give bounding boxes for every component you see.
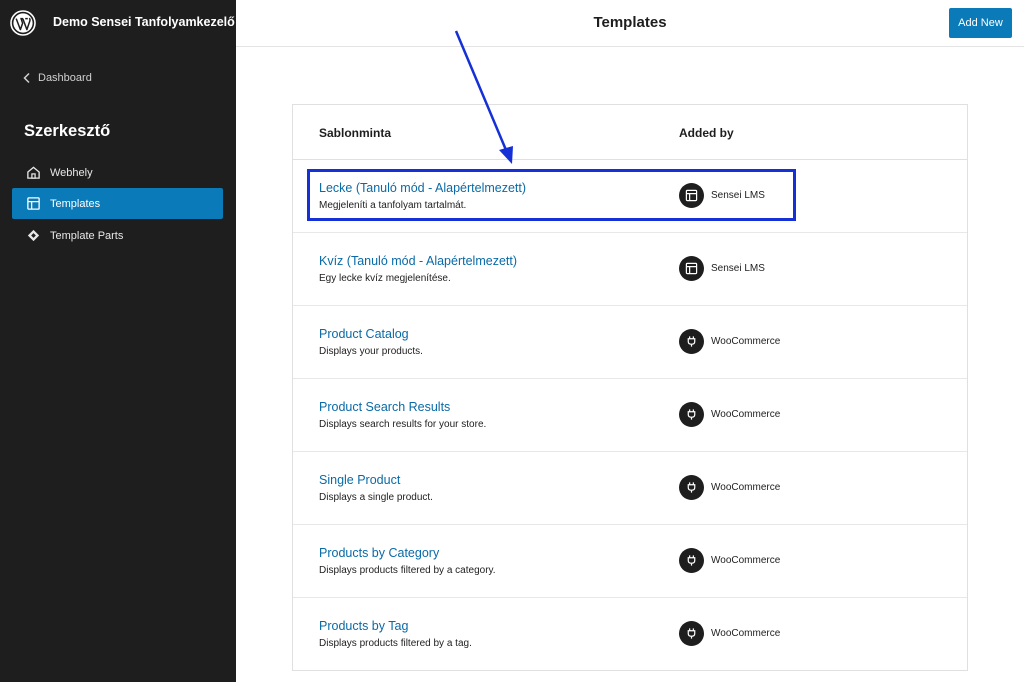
dashboard-back-link[interactable]: Dashboard [22,72,92,84]
template-title-link[interactable]: Product Search Results [319,400,450,414]
template-title-link[interactable]: Products by Category [319,546,439,560]
top-bar: Templates Add New [236,0,1024,47]
section-title: Szerkesztő [24,122,111,140]
sidebar-item-label: Templates [50,197,101,210]
added-by: WooCommerce [679,329,780,354]
site-header: Demo Sensei Tanfolyamkezelő [0,0,236,46]
sidebar-item-templates[interactable]: Templates [12,188,223,219]
author-name: Sensei LMS [711,263,765,274]
sidebar-item-label: Webhely [50,166,93,179]
sidebar-item-label: Template Parts [50,229,124,242]
add-new-button[interactable]: Add New [949,8,1012,38]
template-title-link[interactable]: Single Product [319,473,400,487]
added-by: Sensei LMS [679,183,765,208]
column-header-added-by: Added by [679,126,734,140]
plugin-icon [679,548,704,573]
table-row: Product Search Results Displays search r… [293,379,967,452]
added-by: Sensei LMS [679,256,765,281]
plugin-icon [679,621,704,646]
template-description: Egy lecke kvíz megjelenítése. [319,273,451,284]
symbol-icon [27,229,40,242]
template-description: Displays products filtered by a tag. [319,638,472,649]
table-row: Products by Tag Displays products filter… [293,598,967,671]
column-header-template: Sablonminta [319,126,392,140]
added-by: WooCommerce [679,548,780,573]
author-name: WooCommerce [711,482,781,493]
table-row: Kvíz (Tanuló mód - Alapértelmezett) Egy … [293,233,967,306]
layout-icon [679,183,704,208]
dashboard-label: Dashboard [38,72,92,84]
template-title-link[interactable]: Products by Tag [319,619,408,633]
plugin-icon [679,329,704,354]
template-description: Displays search results for your store. [319,419,487,430]
sidebar: Demo Sensei Tanfolyamkezelő Dashboard Sz… [0,0,236,682]
home-icon [27,166,40,179]
plugin-icon [679,402,704,427]
page-title: Templates [593,14,667,31]
chevron-left-icon [23,72,30,84]
template-title-link[interactable]: Product Catalog [319,327,409,341]
table-row: Lecke (Tanuló mód - Alapértelmezett) Meg… [293,160,967,233]
table-row: Single Product Displays a single product… [293,452,967,525]
layout-icon [27,197,40,210]
author-name: WooCommerce [711,409,781,420]
author-name: WooCommerce [711,336,781,347]
table-row: Product Catalog Displays your products. … [293,306,967,379]
author-name: WooCommerce [711,555,781,566]
template-title-link[interactable]: Lecke (Tanuló mód - Alapértelmezett) [319,181,526,195]
table-row: Products by Category Displays products f… [293,525,967,598]
added-by: WooCommerce [679,402,780,427]
template-description: Displays products filtered by a category… [319,565,496,576]
author-name: WooCommerce [711,628,781,639]
sidebar-item-webhely[interactable]: Webhely [12,157,223,188]
added-by: WooCommerce [679,621,780,646]
sidebar-item-template-parts[interactable]: Template Parts [12,220,223,251]
plugin-icon [679,475,704,500]
author-name: Sensei LMS [711,190,765,201]
wordpress-logo-icon[interactable] [10,10,36,36]
added-by: WooCommerce [679,475,780,500]
template-title-link[interactable]: Kvíz (Tanuló mód - Alapértelmezett) [319,254,517,268]
layout-icon [679,256,704,281]
templates-table: Sablonminta Added by Lecke (Tanuló mód -… [292,104,968,671]
table-header: Sablonminta Added by [293,105,967,160]
template-description: Megjeleníti a tanfolyam tartalmát. [319,200,467,211]
template-description: Displays a single product. [319,492,433,503]
site-title[interactable]: Demo Sensei Tanfolyamkezelő [53,15,235,29]
template-description: Displays your products. [319,346,423,357]
